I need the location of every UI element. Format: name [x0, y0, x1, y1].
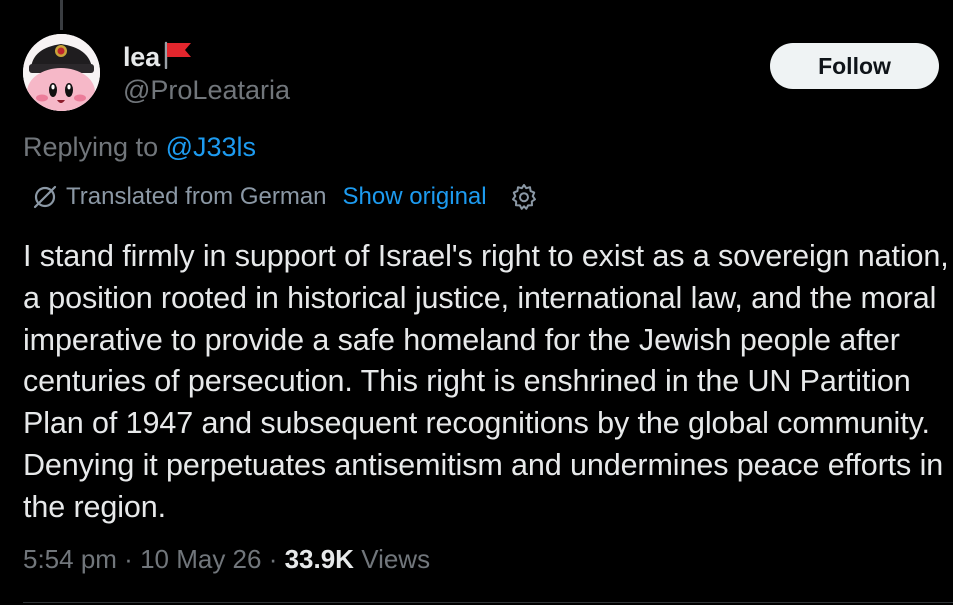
- reply-context-prefix: Replying to: [23, 132, 166, 162]
- translation-bar: Translated from German Show original: [32, 180, 539, 214]
- translate-icon: [33, 185, 57, 209]
- views-count: 33.9K: [284, 544, 354, 574]
- gear-icon[interactable]: [509, 182, 539, 212]
- red-flag-icon: [164, 41, 191, 69]
- translated-from-label: Translated from German: [66, 183, 327, 210]
- reply-context: Replying to @J33ls: [23, 132, 256, 163]
- meta-separator: ·: [261, 544, 285, 574]
- author-handle[interactable]: @ProLeataria: [123, 75, 290, 106]
- tweet-meta: 5:54 pm · 10 May 26 · 33.9K Views: [23, 544, 430, 575]
- avatar[interactable]: [23, 34, 100, 111]
- follow-button[interactable]: Follow: [770, 43, 939, 89]
- kirby-avatar-icon: [23, 34, 100, 111]
- tweet-time[interactable]: 5:54 pm: [23, 544, 117, 574]
- tweet-date[interactable]: 10 May 26: [140, 544, 261, 574]
- divider: [23, 602, 953, 603]
- meta-separator: ·: [116, 544, 141, 574]
- views-label: Views: [353, 544, 431, 574]
- author-name-row[interactable]: lea: [123, 40, 194, 74]
- tweet-text: I stand firmly in support of Israel's ri…: [23, 239, 949, 524]
- reply-mention-link[interactable]: @J33ls: [166, 132, 256, 162]
- thread-connector-line: [60, 0, 63, 30]
- show-original-link[interactable]: Show original: [343, 183, 487, 211]
- author-display-name[interactable]: lea: [123, 42, 160, 73]
